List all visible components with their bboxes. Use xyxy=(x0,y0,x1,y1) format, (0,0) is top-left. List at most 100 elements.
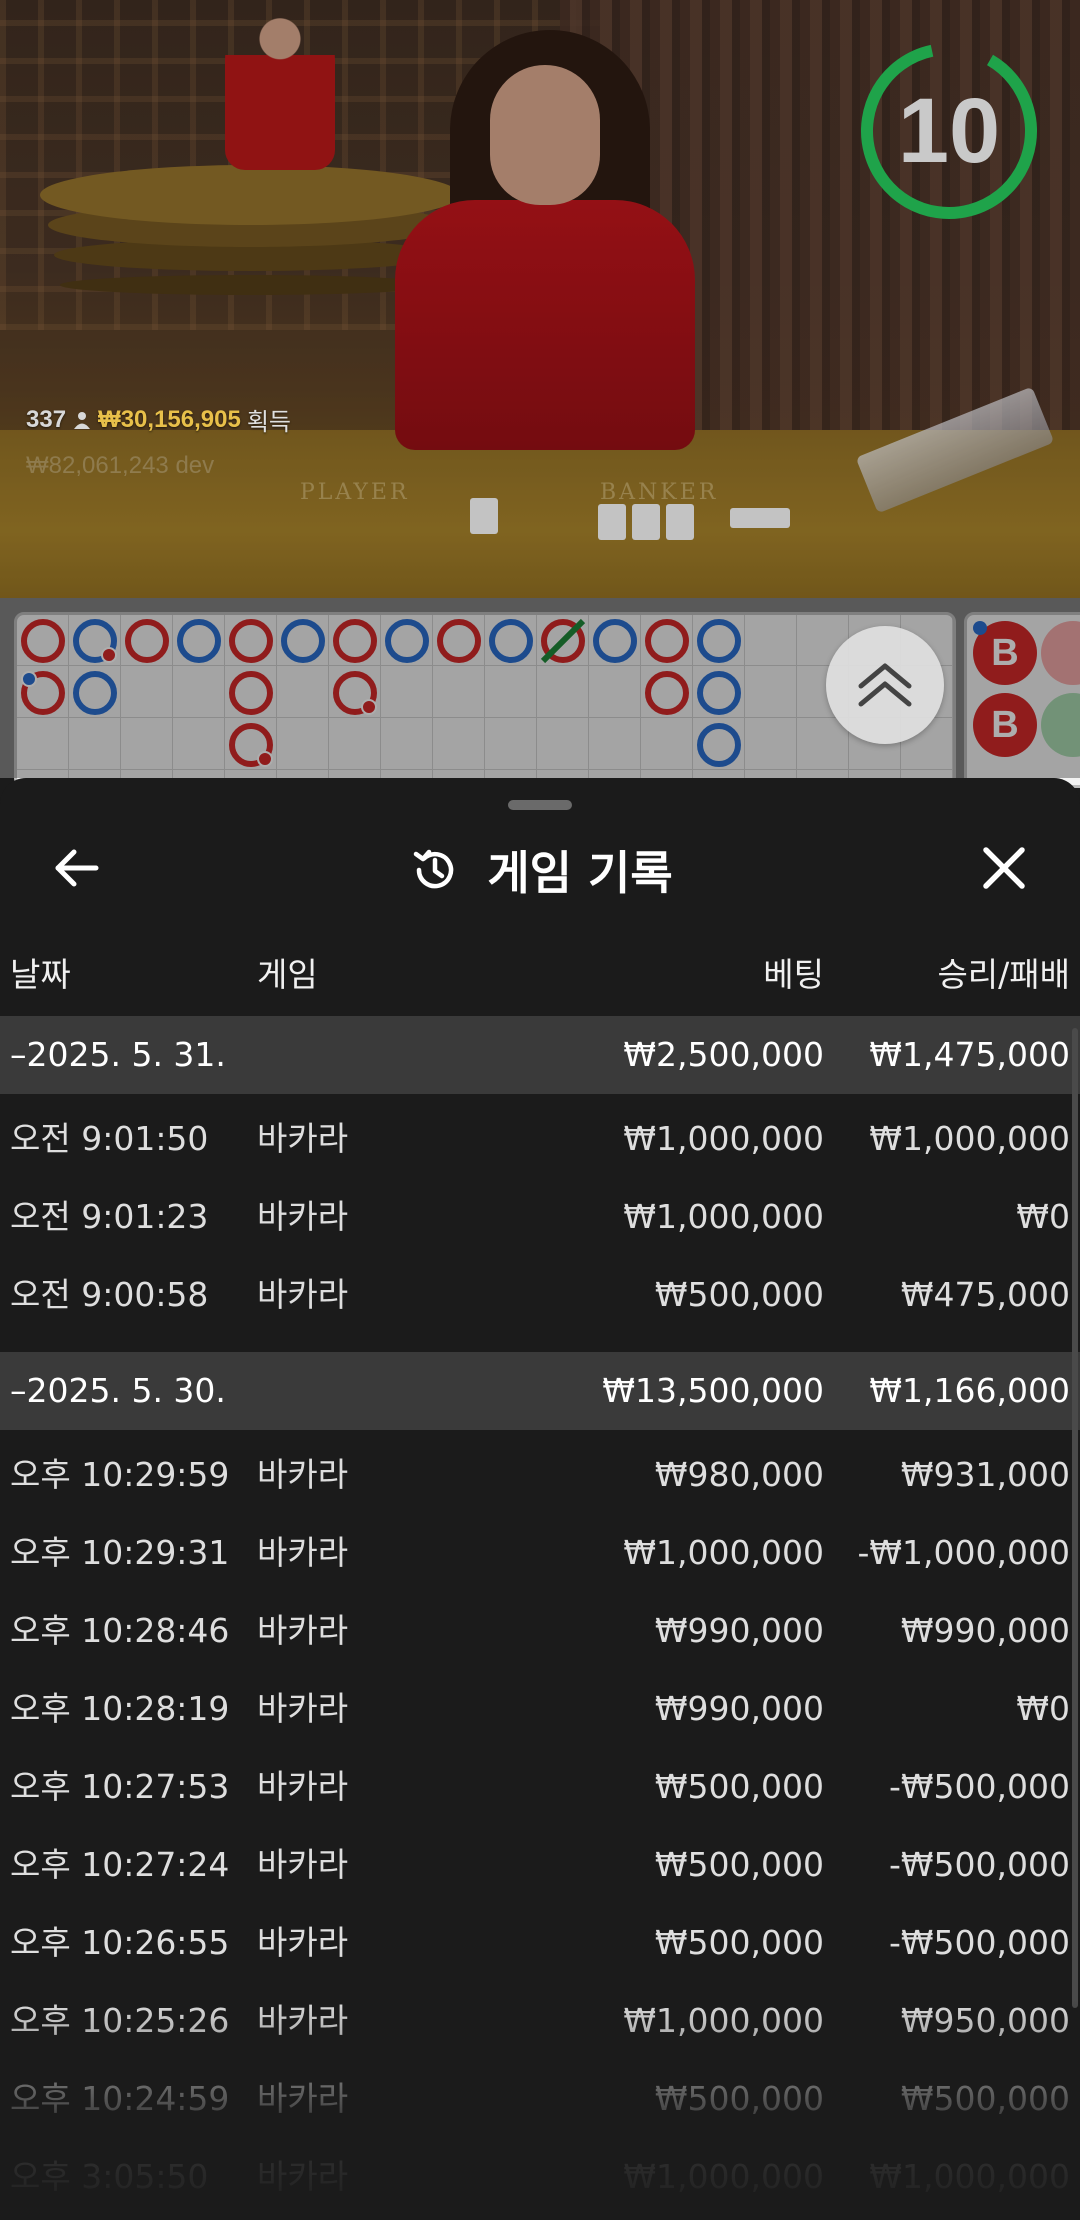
row-game: 바카라 xyxy=(257,1845,349,1884)
history-row[interactable]: 오후 10:28:46 바카라 ₩990,000 ₩990,000 xyxy=(0,1592,1080,1670)
bead-banker-mark xyxy=(645,619,689,663)
row-bet: ₩1,000,000 xyxy=(623,2157,824,2196)
history-icon xyxy=(414,849,454,889)
row-time: 오후 10:29:31 xyxy=(10,1533,230,1572)
close-icon xyxy=(983,847,1025,889)
header-game: 게임 xyxy=(257,955,318,994)
row-time: 오후 10:28:46 xyxy=(10,1611,230,1650)
row-game: 바카라 xyxy=(257,1119,349,1158)
sheet-drag-handle[interactable] xyxy=(508,800,572,810)
row-result: ₩1,000,000 xyxy=(869,1119,1070,1158)
group-bet-total: ₩13,500,000 xyxy=(602,1371,824,1410)
row-bet: ₩990,000 xyxy=(654,1689,824,1728)
table-stats: 337 ₩30,156,905 획득 xyxy=(26,402,291,437)
bead-player-mark xyxy=(489,619,533,663)
history-row[interactable]: 오후 10:29:31 바카라 ₩1,000,000 -₩1,000,000 xyxy=(0,1514,1080,1592)
expand-roadmap-button[interactable] xyxy=(826,626,944,744)
sheet-title: 게임 기록 xyxy=(0,830,1080,910)
history-row[interactable]: 오후 10:27:53 바카라 ₩500,000 -₩500,000 xyxy=(0,1748,1080,1826)
won-label: 획득 xyxy=(246,409,291,436)
bead-banker: B xyxy=(973,693,1037,757)
group-result-total: ₩1,475,000 xyxy=(869,1035,1070,1074)
live-video-stream: PLAYER BANKER 10 337 ₩30,156,905 획득 ₩82,… xyxy=(0,0,1080,598)
bead-banker-mark xyxy=(125,619,169,663)
person-icon xyxy=(74,411,91,429)
history-row[interactable]: 오전 9:01:23 바카라 ₩1,000,000 ₩0 xyxy=(0,1178,1080,1256)
bead-player-mark xyxy=(697,671,741,715)
row-result: ₩475,000 xyxy=(900,1275,1070,1314)
countdown-value: 10 xyxy=(897,80,1001,182)
row-bet: ₩1,000,000 xyxy=(623,1119,824,1158)
row-game: 바카라 xyxy=(257,1767,349,1806)
header-result: 승리/패배 xyxy=(937,955,1070,994)
row-game: 바카라 xyxy=(257,1275,349,1314)
date-group-header[interactable]: –2025. 5. 31. ₩2,500,000 ₩1,475,000 xyxy=(0,1016,1080,1094)
row-result: ₩990,000 xyxy=(900,1611,1070,1650)
row-bet: ₩500,000 xyxy=(654,1767,824,1806)
history-row[interactable]: 오후 10:27:24 바카라 ₩500,000 -₩500,000 xyxy=(0,1826,1080,1904)
bead-banker-mark xyxy=(21,619,65,663)
player-pair-dot xyxy=(973,621,987,635)
row-bet: ₩500,000 xyxy=(654,1923,824,1962)
bead-player-mark xyxy=(281,619,325,663)
bead-road[interactable] xyxy=(14,612,956,788)
history-row[interactable]: 오후 10:28:19 바카라 ₩990,000 ₩0 xyxy=(0,1670,1080,1748)
bead-banker-mark xyxy=(645,671,689,715)
history-row[interactable]: 오후 3:05:50 바카라 ₩1,000,000 ₩1,000,000 xyxy=(0,2138,1080,2216)
row-game: 바카라 xyxy=(257,2001,349,2040)
bead-player-mark xyxy=(73,671,117,715)
row-time: 오후 10:24:59 xyxy=(10,2079,230,2118)
banker-pair-dot xyxy=(101,647,117,663)
row-result: -₩500,000 xyxy=(888,1845,1070,1884)
history-row[interactable]: 오전 9:01:50 바카라 ₩1,000,000 ₩1,000,000 xyxy=(0,1100,1080,1178)
row-time: 오후 10:25:26 xyxy=(10,2001,230,2040)
history-row[interactable]: 오후 10:26:55 바카라 ₩500,000 -₩500,000 xyxy=(0,1904,1080,1982)
row-result: -₩500,000 xyxy=(888,1767,1070,1806)
column-headers: 날짜 게임 베팅 승리/패배 xyxy=(0,948,1080,996)
bead-player-mark xyxy=(593,619,637,663)
row-result: ₩0 xyxy=(1016,1689,1070,1728)
row-game: 바카라 xyxy=(257,1923,349,1962)
row-game: 바카라 xyxy=(257,2157,349,2196)
row-time: 오전 9:01:50 xyxy=(10,1119,209,1158)
header-date: 날짜 xyxy=(10,955,71,994)
history-list[interactable]: –2025. 5. 31. ₩2,500,000 ₩1,475,000 오전 9… xyxy=(0,1016,1080,2216)
bead-player-mark xyxy=(385,619,429,663)
row-bet: ₩990,000 xyxy=(654,1611,824,1650)
row-result: -₩1,000,000 xyxy=(857,1533,1071,1572)
bead-banker-mark xyxy=(333,619,377,663)
close-button[interactable] xyxy=(968,832,1040,904)
history-row[interactable]: 오후 10:25:26 바카라 ₩1,000,000 ₩950,000 xyxy=(0,1982,1080,2060)
bead-banker-faded xyxy=(1041,621,1080,685)
scrollbar[interactable] xyxy=(1072,1028,1078,2008)
row-result: -₩500,000 xyxy=(888,1923,1070,1962)
big-road[interactable]: B B xyxy=(964,612,1080,788)
betting-countdown-timer: 10 xyxy=(858,40,1040,222)
double-chevron-up-icon xyxy=(858,663,912,707)
history-row[interactable]: 오후 10:29:59 바카라 ₩980,000 ₩931,000 xyxy=(0,1436,1080,1514)
row-time: 오후 10:27:53 xyxy=(10,1767,230,1806)
history-row[interactable]: 오후 10:24:59 바카라 ₩500,000 ₩500,000 xyxy=(0,2060,1080,2138)
group-date: –2025. 5. 31. xyxy=(10,1035,226,1074)
row-bet: ₩500,000 xyxy=(654,1845,824,1884)
bead-player-mark xyxy=(697,723,741,767)
date-group-header[interactable]: –2025. 5. 30. ₩13,500,000 ₩1,166,000 xyxy=(0,1352,1080,1430)
row-game: 바카라 xyxy=(257,1689,349,1728)
history-row[interactable]: 오전 9:00:58 바카라 ₩500,000 ₩475,000 xyxy=(0,1256,1080,1334)
stats-ghost-text: ₩82,061,243 dev xyxy=(26,452,215,479)
group-date: –2025. 5. 30. xyxy=(10,1371,226,1410)
group-bet-total: ₩2,500,000 xyxy=(623,1035,824,1074)
banker-pair-dot xyxy=(361,699,377,715)
row-time: 오후 10:29:59 xyxy=(10,1455,230,1494)
row-game: 바카라 xyxy=(257,2079,349,2118)
row-time: 오전 9:01:23 xyxy=(10,1197,209,1236)
row-time: 오후 10:27:24 xyxy=(10,1845,230,1884)
bead-banker-mark xyxy=(229,671,273,715)
row-bet: ₩500,000 xyxy=(654,1275,824,1314)
player-count: 337 xyxy=(26,405,67,433)
row-result: ₩950,000 xyxy=(900,2001,1070,2040)
row-bet: ₩980,000 xyxy=(654,1455,824,1494)
row-bet: ₩1,000,000 xyxy=(623,1533,824,1572)
header-bet: 베팅 xyxy=(763,955,824,994)
title-text: 게임 기록 xyxy=(487,846,673,900)
